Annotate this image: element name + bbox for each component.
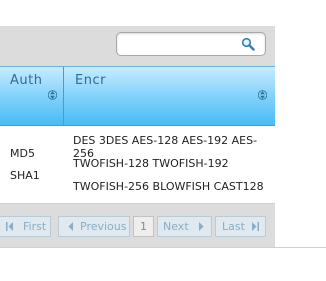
previous-page-icon xyxy=(68,222,73,231)
first-page-icon xyxy=(6,222,13,231)
table-row[interactable]: MD5 SHA1 DES 3DES AES-128 AES-192 AES-25… xyxy=(0,126,275,204)
current-page-indicator[interactable]: 1 xyxy=(133,216,154,237)
last-page-label: Last xyxy=(222,220,245,233)
sort-icon[interactable] xyxy=(258,89,267,101)
search-input[interactable] xyxy=(123,36,235,52)
previous-page-label: Previous xyxy=(80,220,127,233)
next-page-button[interactable]: Next xyxy=(157,216,212,237)
next-page-icon xyxy=(199,222,204,231)
auth-cell-value: MD5 xyxy=(10,147,35,160)
page-divider xyxy=(0,247,326,248)
column-header-encr[interactable]: Encr xyxy=(65,67,275,127)
column-header-label: Encr xyxy=(75,73,106,88)
table-panel: Auth Encr MD5 SHA1 DES 3DES AES-128 AES-… xyxy=(0,26,275,247)
last-page-button[interactable]: Last xyxy=(215,216,266,237)
search-box[interactable] xyxy=(116,32,266,56)
first-page-label: First xyxy=(23,220,47,233)
pagination-bar: First Previous 1 Next Last xyxy=(0,204,275,247)
encr-cell-value: TWOFISH-256 BLOWFISH CAST128 xyxy=(73,180,264,193)
sort-icon[interactable] xyxy=(48,89,57,101)
previous-page-button[interactable]: Previous xyxy=(58,216,130,237)
encr-cell-value: TWOFISH-128 TWOFISH-192 xyxy=(73,157,229,170)
first-page-button[interactable]: First xyxy=(0,216,51,237)
search-icon[interactable] xyxy=(241,37,255,51)
table-toolbar xyxy=(0,26,275,66)
auth-cell-value: SHA1 xyxy=(10,169,40,182)
last-page-icon xyxy=(252,222,259,231)
column-header-label: Auth xyxy=(10,73,43,88)
column-header-auth[interactable]: Auth xyxy=(0,67,64,127)
next-page-label: Next xyxy=(163,220,189,233)
table-header: Auth Encr xyxy=(0,66,275,127)
